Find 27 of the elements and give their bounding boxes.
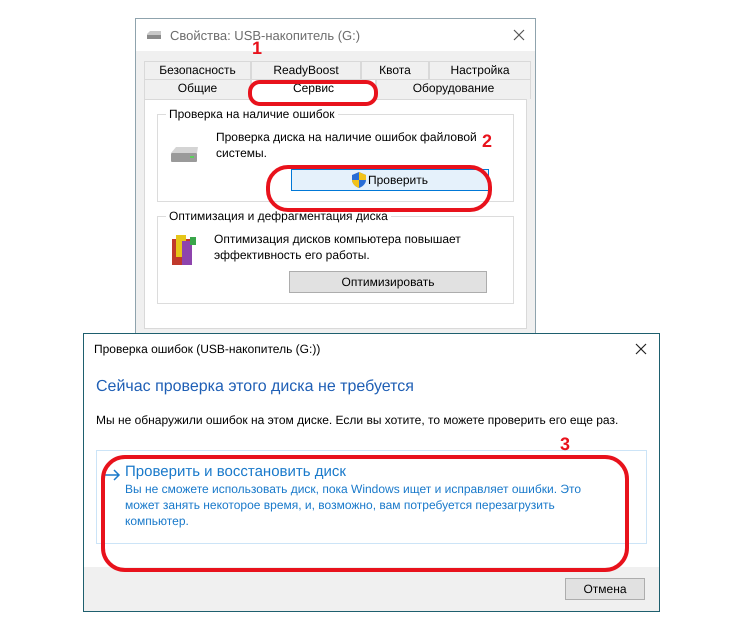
cancel-button[interactable]: Отмена bbox=[565, 578, 645, 600]
group-description: Оптимизация дисков компьютера повышает эффективность его работы. bbox=[214, 231, 462, 263]
shield-icon bbox=[352, 172, 366, 188]
window-title: Свойства: USB-накопитель (G:) bbox=[170, 28, 362, 42]
command-link[interactable]: Проверить и восстановить диск Вы не сможете использовать диск, пока Windows ищет и исправляет ошибки. Это может занять некоторое время, и, возможно, вам потребуется перезагрузить компьютер. bbox=[96, 450, 647, 544]
defrag-icon bbox=[170, 233, 198, 267]
drive-icon bbox=[168, 145, 200, 165]
action-button[interactable]: Проверить bbox=[291, 169, 489, 191]
drive-icon bbox=[146, 31, 162, 39]
window-title: Проверка ошибок (USB-накопитель (G:)) bbox=[94, 342, 322, 356]
command-description: Вы не сможете использовать диск, пока Windows ищет и исправляет ошибки. Это может занять некоторое время, и, возможно, вам потребуется перезагрузить компьютер. bbox=[125, 481, 582, 529]
close-icon[interactable] bbox=[513, 29, 525, 41]
dialog-message: Мы не обнаружили ошибок на этом диске. Если вы хотите, то можете проверить его еще раз. bbox=[96, 412, 620, 429]
tab[interactable]: Квота bbox=[361, 61, 429, 79]
tab[interactable]: Безопасность bbox=[144, 61, 251, 79]
tab[interactable]: Оборудование bbox=[376, 79, 531, 99]
group-description: Проверка диска на наличие ошибок файловой системы. bbox=[216, 129, 478, 161]
tab[interactable]: Настройка bbox=[429, 61, 531, 79]
tab[interactable]: Общие bbox=[144, 79, 251, 99]
close-icon[interactable] bbox=[635, 343, 647, 355]
annotation-number: 2 bbox=[482, 131, 492, 152]
group-title: Проверка на наличие ошибок bbox=[166, 107, 338, 121]
tab[interactable]: ReadyBoost bbox=[251, 61, 361, 79]
command-title: Проверить и восстановить диск bbox=[125, 463, 346, 481]
action-button[interactable]: Оптимизировать bbox=[289, 271, 487, 293]
dialog-heading: Сейчас проверка этого диска не требуется bbox=[96, 378, 415, 396]
arrow-icon bbox=[103, 469, 121, 481]
